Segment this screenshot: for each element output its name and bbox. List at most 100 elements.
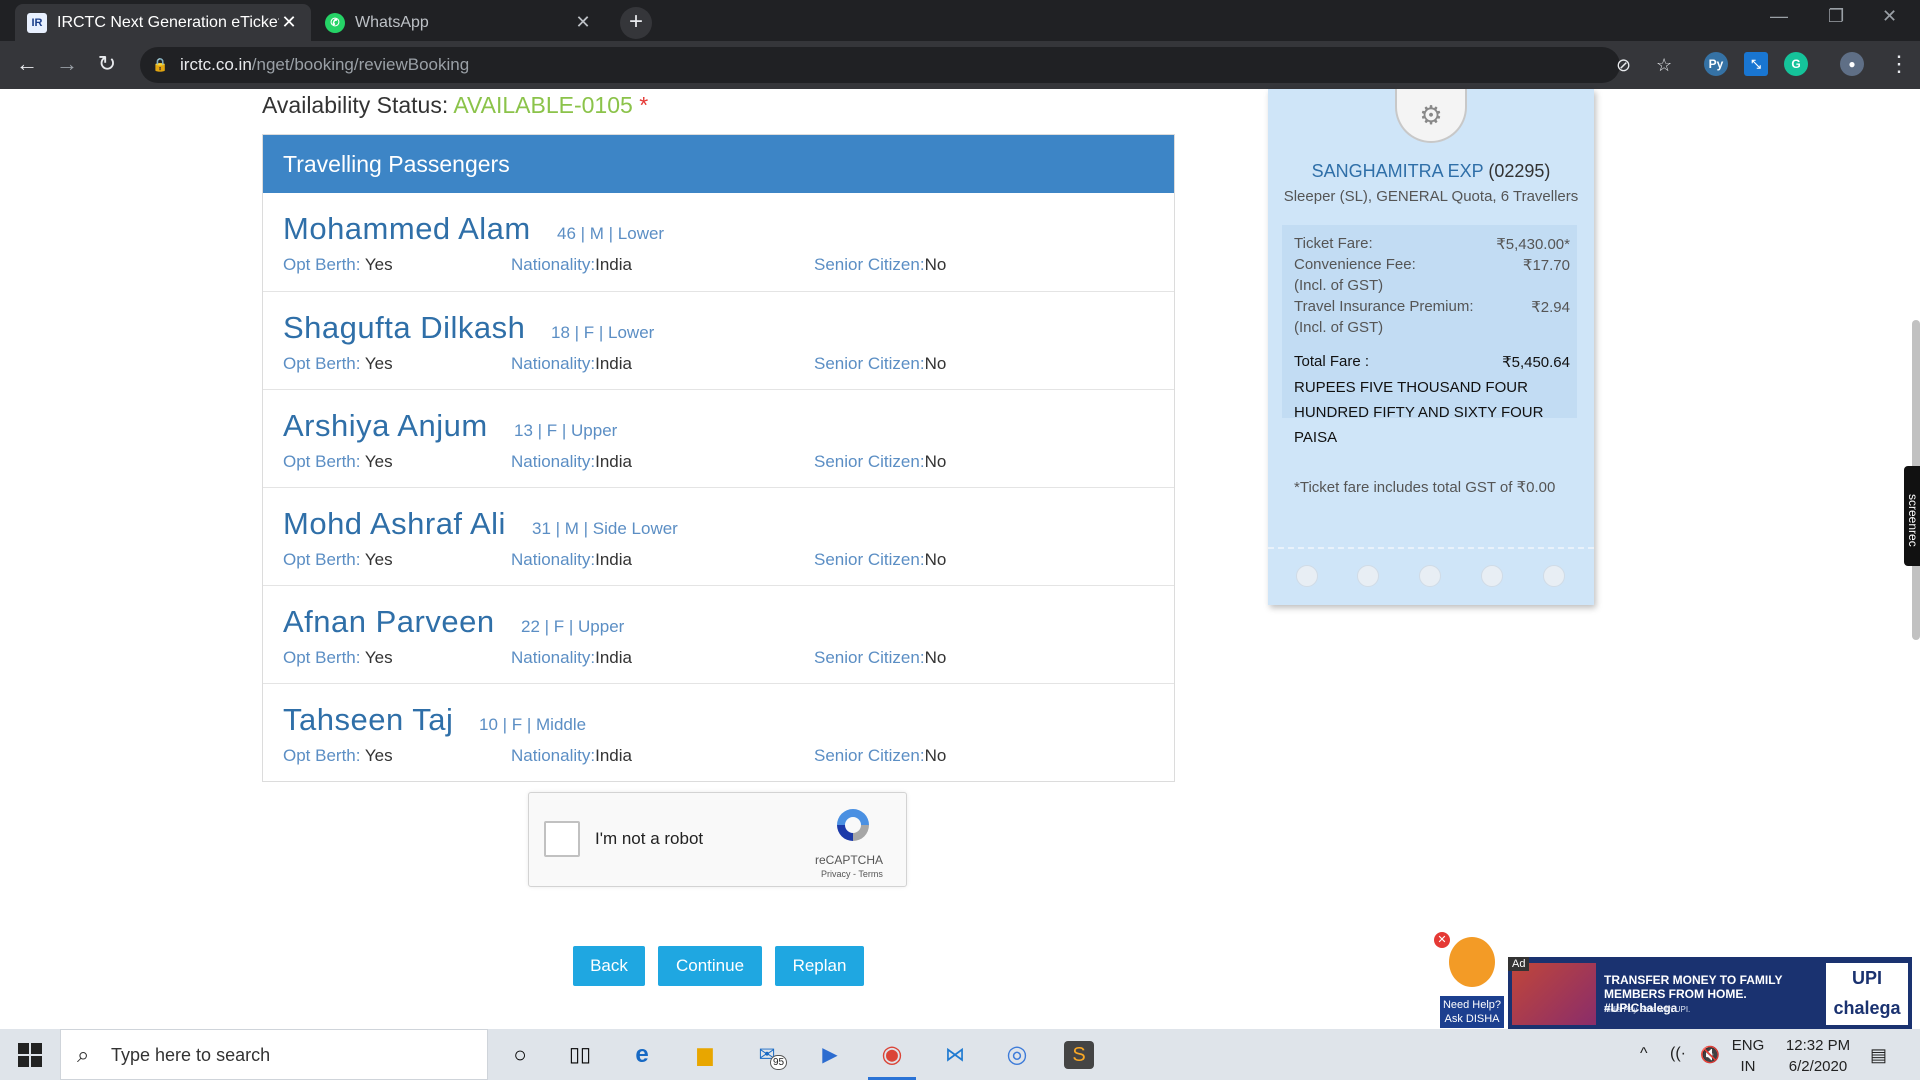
taskbar-search-box[interactable]: ⌕ Type here to search xyxy=(60,1029,488,1080)
reload-icon[interactable]: ↻ xyxy=(92,51,122,77)
volume-muted-icon[interactable]: 🔇 xyxy=(1700,1045,1720,1065)
address-toolbar: ← → ↻ 🔒 irctc.co.in/nget/booking/reviewB… xyxy=(0,41,1920,89)
convenience-fee-amount: ₹17.70 xyxy=(1522,257,1570,274)
railway-emblem-icon: ⚙ xyxy=(1395,89,1467,143)
tab-whatsapp[interactable]: ✆ WhatsApp ✕ xyxy=(313,4,605,41)
nationality: Nationality:India xyxy=(511,648,632,668)
close-icon[interactable]: ✕ xyxy=(1434,932,1450,948)
disha-help-widget[interactable]: ✕ Need Help? Ask DISHA xyxy=(1434,932,1504,1028)
field-opt: Yes xyxy=(364,354,393,373)
senior-citizen: Senior Citizen:No xyxy=(814,648,946,668)
field-nat: India xyxy=(595,550,632,569)
field-sen: No xyxy=(924,746,947,765)
windows-start-icon[interactable] xyxy=(18,1043,42,1067)
field-sen: No xyxy=(924,255,947,274)
profile-avatar[interactable]: ● xyxy=(1840,52,1864,76)
field-lbl3: Senior Citizen: xyxy=(814,255,925,274)
opt-berth: Opt Berth: Yes xyxy=(283,550,393,570)
fare-summary-card: ⚙ SANGHAMITRA EXP (02295) Sleeper (SL), … xyxy=(1268,89,1594,605)
forward-arrow-icon[interactable]: → xyxy=(52,51,82,77)
screen-capture-extension-icon[interactable]: ⤡ xyxy=(1744,52,1768,76)
search-placeholder: Type here to search xyxy=(111,1045,271,1065)
senior-citizen: Senior Citizen:No xyxy=(814,746,946,766)
passenger-row: Arshiya Anjum 13 | F | Upper Opt Berth: … xyxy=(263,389,1174,487)
sublime-text-icon[interactable]: S xyxy=(1064,1041,1094,1069)
windows-taskbar: ⌕ Type here to search ○ ▯▯ e ▆ ✉ 95 ▶ ◉ ⋈… xyxy=(0,1029,1920,1080)
passenger-row: Mohd Ashraf Ali 31 | M | Side Lower Opt … xyxy=(263,487,1174,585)
python-extension-icon[interactable]: Py xyxy=(1704,52,1728,76)
recaptcha-privacy-terms-link[interactable]: Privacy - Terms xyxy=(821,869,883,879)
cortana-icon[interactable]: ○ xyxy=(505,1041,535,1069)
insurance-label: Travel Insurance Premium: xyxy=(1294,298,1474,315)
ticket-hole xyxy=(1543,565,1565,587)
field-lbl3: Senior Citizen: xyxy=(814,354,925,373)
restore-icon[interactable]: ❐ xyxy=(1828,6,1844,27)
bookmark-star-icon[interactable]: ☆ xyxy=(1656,55,1672,76)
train-title: SANGHAMITRA EXP (02295) xyxy=(1268,161,1594,182)
new-tab-button[interactable]: + xyxy=(620,7,652,39)
tab-title: IRCTC Next Generation eTicketing xyxy=(57,13,279,31)
notifications-icon[interactable]: ▤ xyxy=(1870,1045,1887,1066)
opt-berth: Opt Berth: Yes xyxy=(283,255,393,275)
lock-icon: 🔒 xyxy=(152,57,169,72)
field-sen: No xyxy=(924,452,947,471)
insurance-row: Travel Insurance Premium: ₹2.94 xyxy=(1294,298,1570,316)
travelling-passengers-panel: Travelling Passengers Mohammed Alam 46 |… xyxy=(262,134,1175,782)
field-lbl1: Opt Berth: xyxy=(283,354,365,373)
mail-icon[interactable]: ✉ 95 xyxy=(752,1041,788,1070)
ad-image xyxy=(1512,963,1596,1025)
back-button[interactable]: Back xyxy=(573,946,645,986)
clock[interactable]: 12:32 PM 6/2/2020 xyxy=(1782,1035,1854,1077)
nationality: Nationality:India xyxy=(511,255,632,275)
language-indicator[interactable]: ENG IN xyxy=(1730,1035,1766,1077)
close-window-icon[interactable]: ✕ xyxy=(1882,6,1897,27)
train-number: (02295) xyxy=(1488,161,1551,181)
field-lbl1: Opt Berth: xyxy=(283,255,365,274)
chromium-icon[interactable]: ◎ xyxy=(1002,1041,1032,1069)
ticket-fare-row: Ticket Fare: ₹5,430.00* xyxy=(1294,235,1570,253)
chrome-icon[interactable]: ◉ xyxy=(877,1041,907,1069)
show-hidden-icons-icon[interactable]: ^ xyxy=(1640,1045,1648,1063)
edge-icon[interactable]: e xyxy=(627,1041,657,1069)
powershell-icon[interactable]: ▶ xyxy=(815,1041,845,1069)
file-explorer-icon[interactable]: ▆ xyxy=(690,1041,720,1069)
whatsapp-icon: ✆ xyxy=(325,12,345,33)
upi-ad-banner[interactable]: Ad TRANSFER MONEY TO FAMILY MEMBERS FROM… xyxy=(1508,957,1912,1029)
recaptcha-checkbox[interactable] xyxy=(544,821,580,857)
passenger-name: Tahseen Taj xyxy=(283,702,454,737)
field-nat: India xyxy=(595,452,632,471)
vscode-icon[interactable]: ⋈ xyxy=(940,1041,970,1069)
replan-button[interactable]: Replan xyxy=(775,946,864,986)
wifi-icon[interactable]: ((· xyxy=(1670,1045,1686,1063)
close-icon[interactable]: ✕ xyxy=(279,12,299,33)
continue-button[interactable]: Continue xyxy=(658,946,762,986)
grammarly-icon[interactable]: G xyxy=(1784,52,1808,76)
task-view-icon[interactable]: ▯▯ xyxy=(565,1041,595,1069)
train-name: SANGHAMITRA EXP xyxy=(1311,161,1484,181)
passenger-row: Tahseen Taj 10 | F | Middle Opt Berth: Y… xyxy=(263,683,1174,781)
close-icon[interactable]: ✕ xyxy=(573,12,593,33)
convenience-fee-row: Convenience Fee: ₹17.70 xyxy=(1294,256,1570,274)
menu-kebab-icon[interactable]: ⋮ xyxy=(1884,51,1914,77)
passenger-row: Shagufta Dilkash 18 | F | Lower Opt Bert… xyxy=(263,291,1174,389)
ad-subline: India Pay Safe with UPI. xyxy=(1604,1005,1691,1014)
availability-label: Availability Status: xyxy=(262,92,454,118)
blocked-content-icon[interactable]: ⊘ xyxy=(1616,55,1631,76)
url-bar[interactable]: 🔒 irctc.co.in/nget/booking/reviewBooking… xyxy=(140,47,1672,83)
passenger-age-gender-berth: 22 | F | Upper xyxy=(521,617,625,636)
ticket-hole xyxy=(1481,565,1503,587)
disha-help-text: Need Help? Ask DISHA xyxy=(1440,996,1504,1028)
field-sen: No xyxy=(924,648,947,667)
passenger-name: Arshiya Anjum xyxy=(283,408,488,443)
back-arrow-icon[interactable]: ← xyxy=(12,51,42,77)
disha-avatar xyxy=(1446,934,1498,990)
tab-irctc[interactable]: IR IRCTC Next Generation eTicketing ✕ xyxy=(15,4,311,41)
recaptcha-label: I'm not a robot xyxy=(595,829,704,848)
perforation-line xyxy=(1268,547,1594,549)
passenger-name: Mohammed Alam xyxy=(283,211,531,246)
minimize-icon[interactable]: — xyxy=(1770,6,1788,27)
field-lbl3: Senior Citizen: xyxy=(814,648,925,667)
field-lbl3: Senior Citizen: xyxy=(814,550,925,569)
screenrec-tab[interactable]: screenrec xyxy=(1904,466,1920,566)
opt-berth: Opt Berth: Yes xyxy=(283,648,393,668)
